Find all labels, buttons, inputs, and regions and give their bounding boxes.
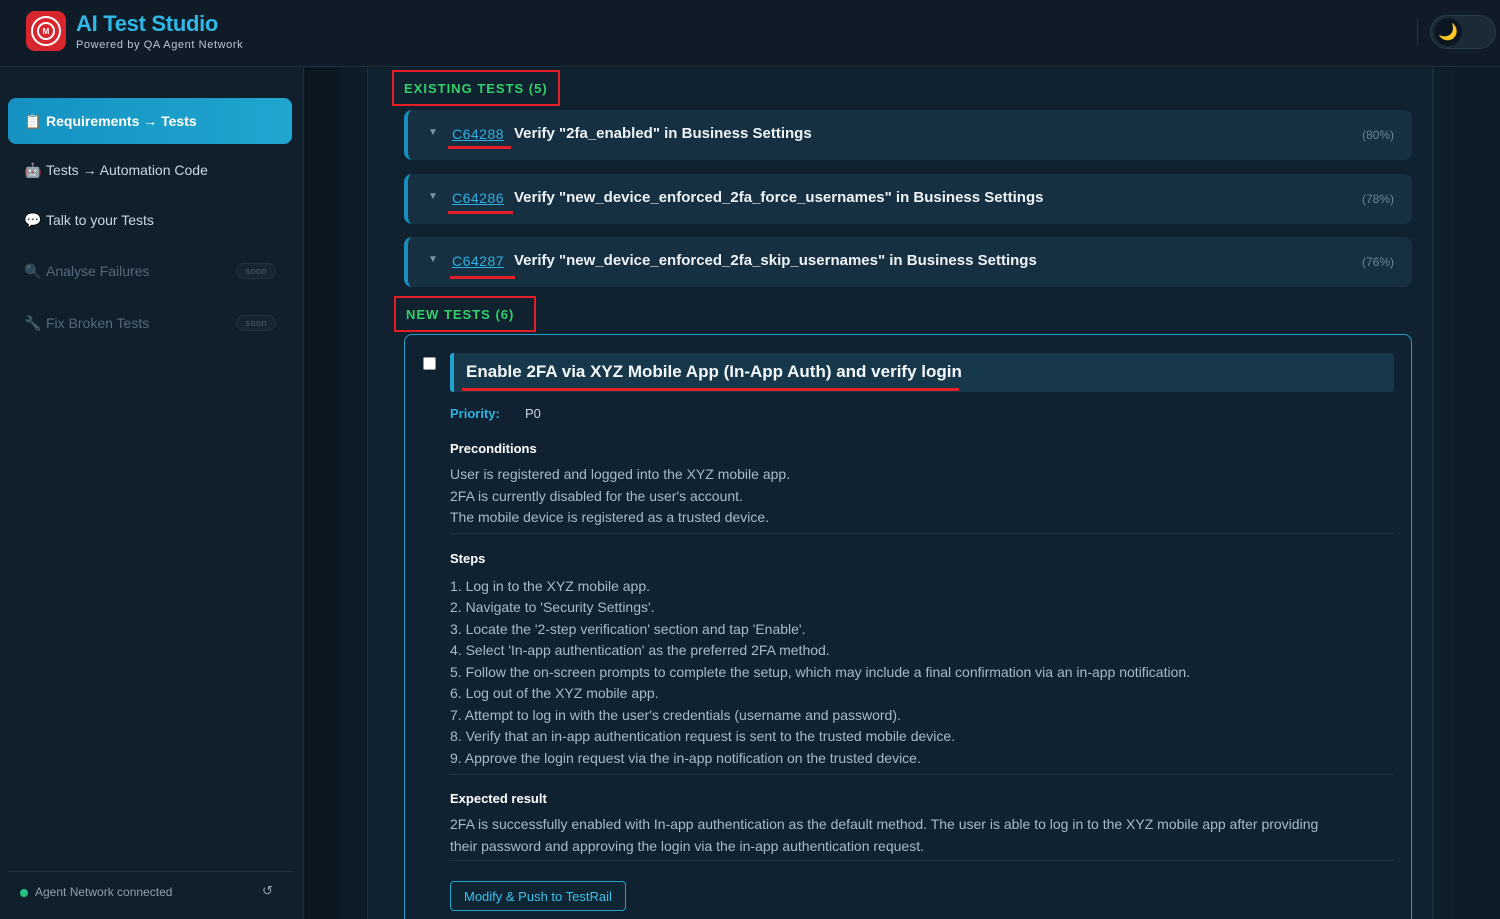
- step-line: 2. Navigate to 'Security Settings'.: [450, 599, 655, 615]
- sidebar-item-label: Fix Broken Tests: [46, 315, 150, 331]
- app-title: AI Test Studio: [76, 11, 219, 36]
- card-title-bar: Enable 2FA via XYZ Mobile App (In-App Au…: [450, 353, 1394, 392]
- sidebar-item-talk-to-tests[interactable]: 💬 Talk to your Tests: [8, 197, 292, 243]
- existing-test-row[interactable]: ▼ C64286 Verify "new_device_enforced_2fa…: [404, 174, 1412, 224]
- step-line: 1. Log in to the XYZ mobile app.: [450, 578, 651, 594]
- highlight-underline: [450, 276, 515, 279]
- test-id-link[interactable]: C64287: [452, 253, 504, 269]
- test-title: Verify "new_device_enforced_2fa_skip_use…: [514, 252, 1037, 269]
- magnifier-icon: 🔍: [24, 262, 42, 279]
- priority-label: Priority:: [450, 406, 500, 421]
- section-separator: [450, 774, 1394, 775]
- sidebar-item-label: Analyse Failures: [46, 263, 150, 279]
- caret-down-icon[interactable]: ▼: [428, 127, 438, 138]
- new-test-card: Enable 2FA via XYZ Mobile App (In-App Au…: [404, 334, 1412, 919]
- test-id-link[interactable]: C64286: [452, 190, 504, 206]
- section-separator: [450, 860, 1394, 861]
- clipboard-icon: 📋: [24, 112, 42, 129]
- app-subtitle: Powered by QA Agent Network: [76, 39, 244, 51]
- step-line: 8. Verify that an in-app authentication …: [450, 728, 956, 744]
- existing-test-row[interactable]: ▼ C64287 Verify "new_device_enforced_2fa…: [404, 237, 1412, 287]
- step-line: 4. Select 'In-app authentication' as the…: [450, 642, 830, 658]
- soon-badge: soon: [236, 315, 276, 331]
- caret-down-icon[interactable]: ▼: [428, 191, 438, 202]
- match-percentage: (80%): [1361, 128, 1394, 142]
- select-test-checkbox[interactable]: [423, 357, 436, 370]
- app-logo-icon: M: [26, 11, 66, 51]
- caret-down-icon[interactable]: ▼: [428, 254, 438, 265]
- expected-result-line: 2FA is successfully enabled with In-app …: [450, 816, 1319, 832]
- connection-status-dot: [20, 889, 28, 897]
- precondition-line: User is registered and logged into the X…: [450, 466, 791, 482]
- step-line: 7. Attempt to log in with the user's cre…: [450, 707, 901, 723]
- step-line: 5. Follow the on-screen prompts to compl…: [450, 664, 1191, 680]
- refresh-icon[interactable]: ↺: [262, 883, 273, 899]
- robot-icon: 🤖: [24, 161, 42, 178]
- step-line: 6. Log out of the XYZ mobile app.: [450, 685, 659, 701]
- highlight-underline: [448, 146, 511, 149]
- match-percentage: (78%): [1361, 192, 1394, 206]
- steps-heading: Steps: [450, 551, 486, 566]
- sidebar: 📋 Requirements → Tests 🤖 Tests → Automat…: [0, 68, 304, 919]
- sidebar-item-label: Tests → Automation Code: [46, 162, 208, 178]
- sidebar-item-requirements-tests[interactable]: 📋 Requirements → Tests: [8, 98, 292, 144]
- expected-result-line: their password and approving the login v…: [450, 838, 924, 854]
- match-percentage: (76%): [1361, 255, 1394, 269]
- step-line: 3. Locate the '2-step verification' sect…: [450, 621, 806, 637]
- wrench-icon: 🔧: [24, 314, 42, 331]
- moon-icon: 🌙: [1434, 18, 1462, 46]
- precondition-line: 2FA is currently disabled for the user's…: [450, 488, 743, 504]
- chat-bubble-icon: 💬: [24, 211, 42, 228]
- test-title: Verify "2fa_enabled" in Business Setting…: [514, 125, 812, 142]
- theme-toggle[interactable]: 🌙: [1430, 15, 1496, 49]
- section-separator: [450, 533, 1394, 534]
- soon-badge: soon: [236, 263, 276, 279]
- sidebar-item-fix-broken-tests: 🔧 Fix Broken Tests soon: [8, 300, 292, 346]
- highlight-underline: [462, 388, 959, 391]
- right-panel-edge: [1433, 68, 1453, 919]
- existing-tests-label: EXISTING TESTS (5): [392, 70, 560, 106]
- header-divider: [1417, 18, 1418, 46]
- sidebar-item-label: Requirements → Tests: [46, 113, 197, 129]
- test-id-link[interactable]: C64288: [452, 126, 504, 142]
- priority-value: P0: [525, 406, 541, 421]
- app-header: M AI Test Studio Powered by QA Agent Net…: [0, 0, 1500, 67]
- precondition-line: The mobile device is registered as a tru…: [450, 509, 770, 525]
- new-test-title: Enable 2FA via XYZ Mobile App (In-App Au…: [466, 362, 962, 381]
- sidebar-item-label: Talk to your Tests: [46, 212, 154, 228]
- sidebar-item-automation-code[interactable]: 🤖 Tests → Automation Code: [8, 147, 292, 193]
- sidebar-divider: [8, 871, 292, 872]
- main-gutter: [305, 68, 339, 919]
- highlight-underline: [448, 211, 513, 214]
- new-tests-label: NEW TESTS (6): [394, 296, 537, 332]
- preconditions-heading: Preconditions: [450, 441, 537, 456]
- connection-status-text: Agent Network connected: [35, 885, 173, 899]
- expected-result-heading: Expected result: [450, 791, 547, 806]
- test-title: Verify "new_device_enforced_2fa_force_us…: [514, 189, 1044, 206]
- existing-test-row[interactable]: ▼ C64288 Verify "2fa_enabled" in Busines…: [404, 110, 1412, 160]
- modify-push-testrail-button[interactable]: Modify & Push to TestRail: [450, 881, 626, 911]
- sidebar-item-analyse-failures: 🔍 Analyse Failures soon: [8, 248, 292, 294]
- step-line: 9. Approve the login request via the in-…: [450, 750, 921, 766]
